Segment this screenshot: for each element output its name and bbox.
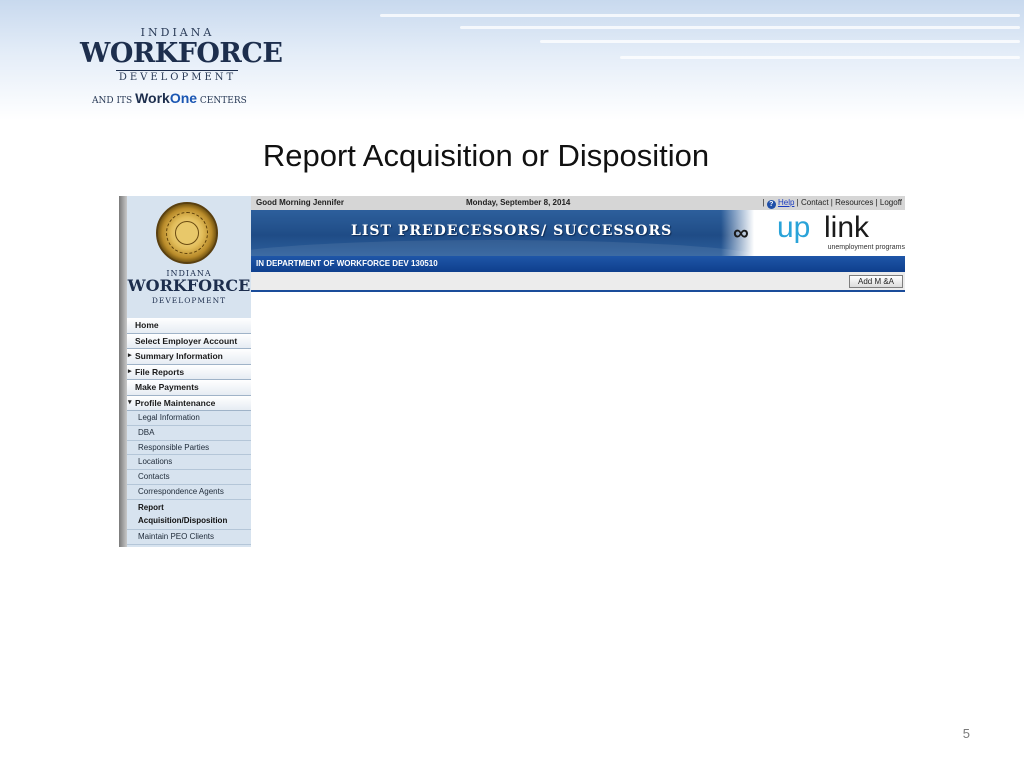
slide-title: Report Acquisition or Disposition — [262, 138, 710, 173]
sidebar-item-profile-maintenance[interactable]: ▾ Profile Maintenance — [127, 395, 251, 411]
sidebar-item-file-reports[interactable]: ▸ File Reports — [127, 364, 251, 380]
logo-workone-line: AND ITS WorkOne CENTERS — [92, 90, 282, 106]
logo-and-its: AND ITS — [92, 96, 133, 106]
top-links: | ? Help | Contact | Resources | Logoff — [762, 198, 902, 209]
sidebar-item-home[interactable]: Home — [127, 318, 251, 334]
submenu-locations[interactable]: Locations — [127, 455, 251, 471]
help-icon[interactable]: ? — [766, 200, 776, 209]
link-separator: | — [796, 198, 799, 207]
submenu-responsible-parties[interactable]: Responsible Parties — [127, 440, 251, 456]
resources-link[interactable]: Resources — [835, 198, 873, 207]
logo-workforce-text: WORKFORCE — [80, 38, 283, 69]
page-banner: LIST PREDECESSORS/ SUCCESSORS ∞ up link … — [251, 210, 905, 256]
application-screenshot: INDIANA WORKFORCE DEVELOPMENT Home Selec… — [119, 196, 905, 547]
sidebar-logo-workforce: WORKFORCE — [127, 276, 251, 295]
sidebar-item-label: Select Employer Account — [135, 335, 238, 346]
submenu-contacts[interactable]: Contacts — [127, 470, 251, 485]
sidebar-item-make-payments[interactable]: Make Payments — [127, 380, 251, 396]
seal-center — [175, 221, 199, 245]
sidebar-item-label: Home — [135, 320, 159, 330]
sidebar-menu: Home Select Employer Account ▸ Summary I… — [127, 318, 251, 545]
greeting-text: Good Morning Jennifer — [256, 198, 344, 207]
submenu-correspondence-agents[interactable]: Correspondence Agents — [127, 484, 251, 500]
sidebar: INDIANA WORKFORCE DEVELOPMENT Home Selec… — [127, 196, 251, 547]
sidebar-item-label: Summary Information — [135, 351, 223, 361]
submenu-report-acquisition-disposition[interactable]: Report Acquisition/Disposition — [127, 499, 251, 530]
uplink-logo-link: link — [824, 211, 870, 244]
screenshot-left-edge — [119, 196, 127, 547]
sidebar-item-label: File Reports — [135, 366, 185, 377]
page-number: 5 — [962, 726, 970, 741]
link-separator: | — [762, 198, 765, 207]
sidebar-logo-development: DEVELOPMENT — [151, 296, 227, 305]
sidebar-item-select-employer-account[interactable]: Select Employer Account — [127, 333, 251, 349]
help-link[interactable]: Help — [778, 198, 794, 207]
logo-development-text: DEVELOPMENT — [118, 72, 237, 83]
submenu-dba[interactable]: DBA — [127, 425, 251, 441]
sidebar-item-label: Profile Maintenance — [135, 397, 216, 408]
uplink-rings-icon: ∞ — [733, 220, 749, 245]
account-bar: IN DEPARTMENT OF WORKFORCE DEV 130510 — [251, 256, 905, 272]
contact-link[interactable]: Contact — [801, 198, 829, 207]
uplink-tagline: unemployment programs — [827, 244, 905, 251]
logo-work: Work — [135, 90, 170, 106]
banner-wave — [251, 240, 771, 256]
page-heading: LIST PREDECESSORS/ SUCCESSORS — [351, 223, 673, 239]
expand-arrow-icon: ▸ — [128, 367, 132, 375]
state-seal-icon — [156, 202, 218, 264]
header-streak — [380, 14, 1020, 17]
header-streak — [540, 40, 1020, 43]
uplink-logo: ∞ up link unemployment programs — [721, 210, 905, 256]
logo-one: One — [169, 90, 198, 106]
account-name-text: IN DEPARTMENT OF WORKFORCE DEV 130510 — [256, 259, 438, 268]
sidebar-item-label: Make Payments — [135, 382, 199, 392]
add-m-and-a-button[interactable]: Add M &A — [848, 275, 903, 288]
submenu-maintain-peo-clients[interactable]: Maintain PEO Clients — [127, 529, 251, 545]
logo-centers: CENTERS — [199, 96, 247, 106]
top-status-bar: Good Morning Jennifer Monday, September … — [251, 196, 905, 210]
link-separator: | — [830, 198, 833, 207]
date-text: Monday, September 8, 2014 — [466, 198, 571, 207]
logo-rule — [116, 70, 238, 71]
sidebar-item-summary-information[interactable]: ▸ Summary Information — [127, 349, 251, 365]
header-streak — [620, 56, 1020, 59]
header-streak — [460, 26, 1020, 29]
expand-arrow-icon: ▸ — [128, 352, 132, 359]
logoff-link[interactable]: Logoff — [880, 198, 902, 207]
submenu-legal-information[interactable]: Legal Information — [127, 411, 251, 426]
main-content: Good Morning Jennifer Monday, September … — [251, 196, 905, 547]
action-bar: Add M &A — [251, 272, 905, 292]
link-separator: | — [875, 198, 878, 207]
uplink-logo-up: up — [777, 211, 811, 244]
collapse-arrow-icon: ▾ — [128, 398, 132, 406]
workforce-development-logo: INDIANA WORKFORCE DEVELOPMENT AND ITS Wo… — [80, 22, 283, 106]
